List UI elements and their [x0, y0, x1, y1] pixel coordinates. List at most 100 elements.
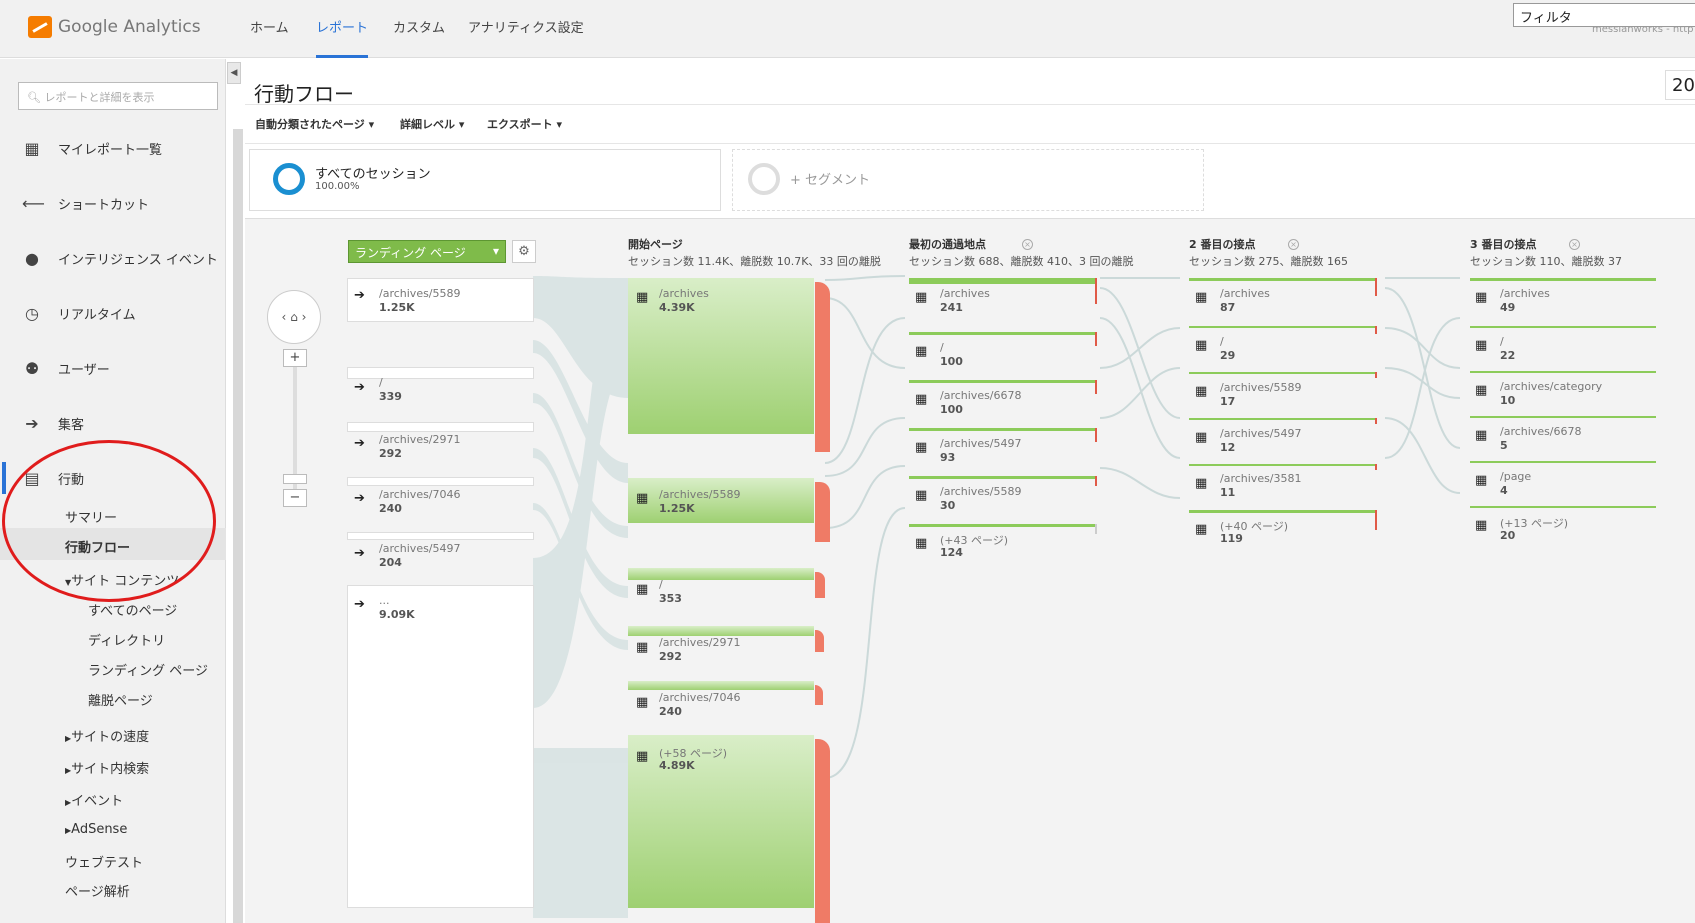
dropoff-bar[interactable]: [815, 685, 823, 705]
node-value: 30: [940, 499, 956, 512]
detail-level-menu[interactable]: 詳細レベル ▾: [400, 116, 464, 132]
sidebar-sub-site-search[interactable]: ▶サイト内検索: [65, 758, 149, 777]
page-icon: ▦: [915, 536, 928, 551]
sidebar-sub-in-page[interactable]: ページ解析: [65, 881, 130, 900]
segment-ring-icon: [273, 163, 305, 195]
sidebar-sub-experiments[interactable]: ウェブテスト: [65, 852, 143, 871]
page-icon: ▦: [1195, 384, 1208, 399]
page-node[interactable]: [628, 568, 814, 580]
zoom-in-button[interactable]: +: [283, 349, 307, 367]
auto-grouped-pages-menu[interactable]: 自動分類されたページ ▾: [255, 116, 374, 132]
dropoff-bar[interactable]: [815, 282, 830, 452]
column-stats-second: セッション数 275、離脱数 165: [1189, 255, 1348, 268]
sidebar-sub-events[interactable]: ▶イベント: [65, 790, 123, 809]
node-path: /archives/6678: [1500, 425, 1582, 438]
sidebar-collapse-button[interactable]: ◀: [227, 62, 241, 84]
node-bar[interactable]: [1470, 326, 1656, 328]
sidebar-sub-landing-pages[interactable]: ランディング ページ: [88, 660, 208, 679]
chevron-left-icon: ‹: [281, 310, 287, 324]
landing-node[interactable]: [347, 422, 534, 432]
flow-link: [1099, 287, 1181, 419]
ga-logo[interactable]: Google Analytics: [28, 16, 201, 38]
sidebar-item-users[interactable]: ⚉ ユーザー: [0, 343, 226, 393]
landing-node[interactable]: [347, 278, 534, 322]
node-value: 4.39K: [659, 301, 695, 314]
sidebar-sub-exit-pages[interactable]: 離脱ページ: [88, 690, 153, 709]
node-value: 1.25K: [379, 301, 415, 314]
sidebar-item-my-reports[interactable]: ▦ マイレポート一覧: [0, 123, 226, 173]
report-search-input[interactable]: 🔍︎ レポートと詳細を表示: [18, 82, 218, 110]
sidebar-item-shortcuts[interactable]: ⟵ ショートカット: [0, 178, 226, 228]
acquisition-icon: ➔: [25, 413, 39, 433]
export-menu[interactable]: エクスポート ▾: [487, 116, 562, 132]
node-bar[interactable]: [1189, 278, 1375, 281]
node-value: 240: [659, 705, 682, 718]
node-value: 339: [379, 390, 402, 403]
dropoff-tick: [1375, 418, 1377, 424]
sidebar-item-intelligence[interactable]: ● インテリジェンス イベント: [0, 233, 226, 283]
node-bar[interactable]: [1470, 278, 1656, 281]
dropoff-tick: [1095, 278, 1097, 304]
pan-home-control[interactable]: ‹ ⌂ ›: [267, 290, 321, 344]
sidebar-sub-adsense[interactable]: ▶AdSense: [65, 822, 127, 837]
node-path: /archives/category: [1500, 380, 1603, 393]
node-bar[interactable]: [909, 428, 1095, 431]
entrance-arrow-icon: ➔: [354, 597, 365, 612]
close-icon[interactable]: ×: [1288, 239, 1299, 250]
dropoff-tick: [1095, 524, 1097, 534]
node-bar[interactable]: [1470, 371, 1656, 373]
page-icon: ▦: [1475, 518, 1488, 533]
node-bar[interactable]: [1189, 372, 1375, 374]
node-value: 49: [1500, 301, 1516, 314]
dropoff-bar[interactable]: [815, 482, 830, 542]
landing-node[interactable]: [347, 585, 534, 908]
sidebar-scrollbar[interactable]: [233, 129, 243, 923]
date-range-picker[interactable]: 20: [1665, 70, 1695, 100]
node-path: /archives/5589: [1220, 381, 1302, 394]
node-path: /archives/2971: [379, 433, 461, 446]
landing-node[interactable]: [347, 367, 534, 379]
node-bar[interactable]: [1189, 510, 1375, 513]
sidebar-sub-site-speed[interactable]: ▶サイトの速度: [65, 726, 149, 745]
dropoff-bar[interactable]: [815, 739, 830, 923]
zoom-slider-handle[interactable]: [283, 474, 307, 484]
nav-reports[interactable]: レポート: [316, 0, 369, 58]
caret-down-icon: ▾: [492, 244, 499, 258]
node-bar[interactable]: [909, 380, 1095, 383]
node-bar[interactable]: [909, 332, 1095, 335]
search-placeholder: レポートと詳細を表示: [44, 91, 155, 104]
node-bar[interactable]: [1470, 416, 1656, 418]
zoom-out-button[interactable]: −: [283, 489, 307, 507]
gear-icon[interactable]: ⚙: [512, 240, 536, 263]
node-bar[interactable]: [909, 476, 1095, 479]
page-node[interactable]: [628, 626, 814, 636]
home-icon: ⌂: [290, 310, 298, 324]
filter-input[interactable]: フィルタ: [1513, 3, 1695, 27]
sidebar-sub-all-pages[interactable]: すべてのページ: [88, 600, 177, 619]
flow-link: [533, 748, 628, 918]
node-bar[interactable]: [1189, 326, 1375, 328]
node-bar[interactable]: [909, 524, 1095, 527]
dropoff-bar[interactable]: [815, 572, 825, 598]
nav-home[interactable]: ホーム: [250, 0, 289, 58]
landing-node[interactable]: [347, 477, 534, 486]
node-bar[interactable]: [1189, 464, 1375, 466]
landing-node[interactable]: [347, 532, 534, 540]
node-value: 9.09K: [379, 608, 415, 621]
sidebar-sub-directory[interactable]: ディレクトリ: [88, 630, 165, 649]
page-node[interactable]: [628, 278, 814, 434]
node-bar[interactable]: [1470, 461, 1656, 463]
dropoff-bar[interactable]: [815, 630, 824, 652]
node-bar[interactable]: [909, 278, 1095, 284]
close-icon[interactable]: ×: [1022, 239, 1033, 250]
node-bar[interactable]: [1470, 506, 1656, 508]
dimension-select[interactable]: ランディング ページ ▾: [348, 240, 506, 263]
sidebar-item-realtime[interactable]: ◷ リアルタイム: [0, 288, 226, 338]
nav-admin[interactable]: アナリティクス設定: [468, 0, 584, 58]
close-icon[interactable]: ×: [1569, 239, 1580, 250]
node-path: /archives/5497: [379, 542, 461, 555]
flow-link: [824, 297, 906, 369]
nav-custom[interactable]: カスタム: [393, 0, 445, 58]
page-node[interactable]: [628, 681, 814, 690]
node-bar[interactable]: [1189, 418, 1375, 420]
